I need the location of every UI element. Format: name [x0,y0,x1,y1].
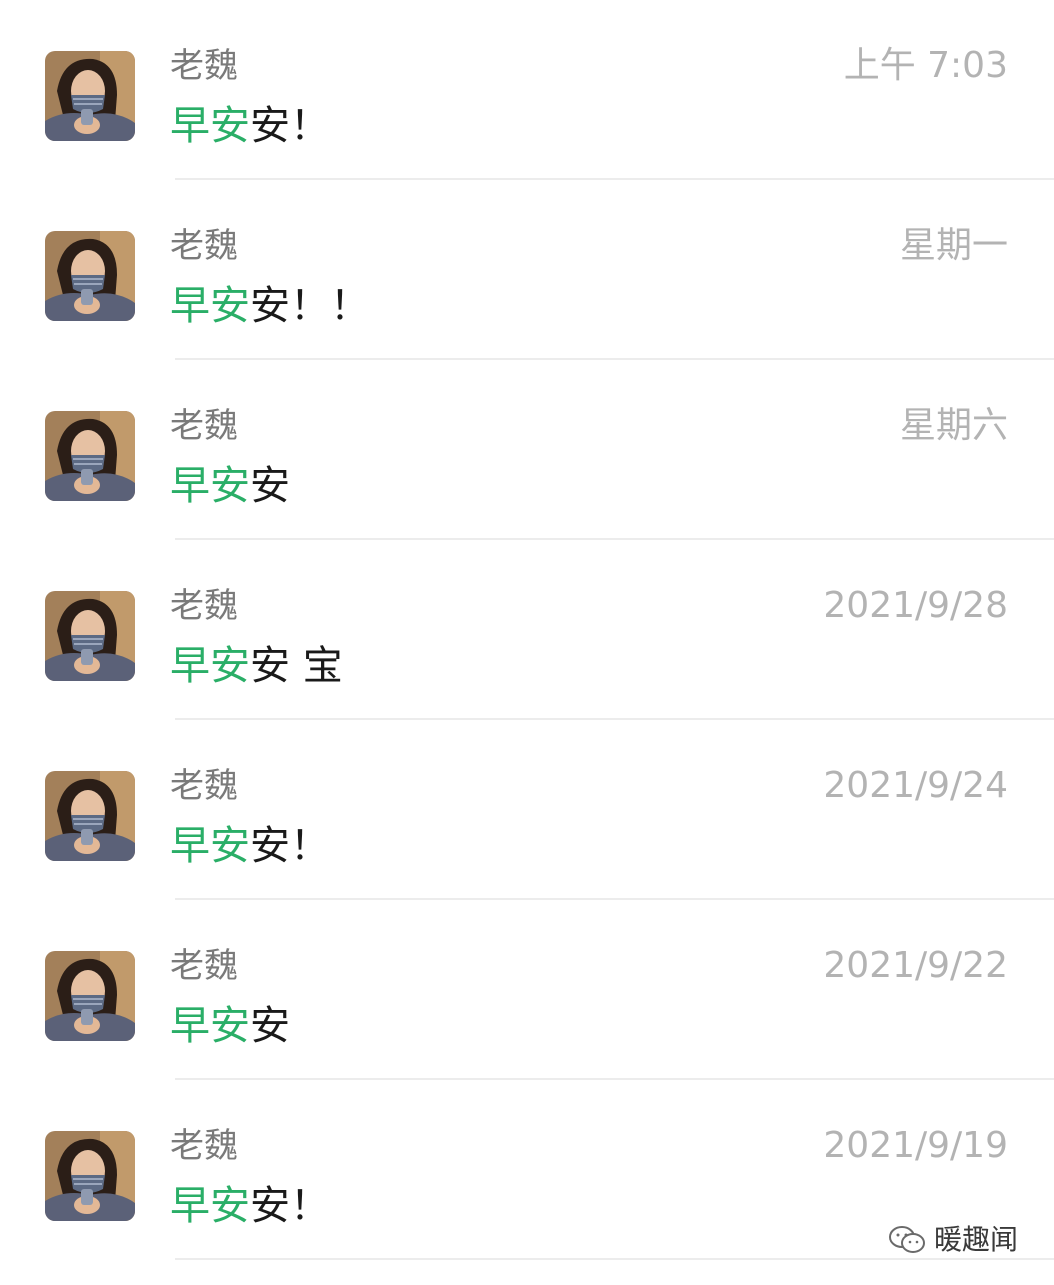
message-preview: 早安安！ [170,1180,330,1232]
message-text: 安！！ [250,283,370,329]
message-highlight: 早安 [170,1003,250,1049]
message-highlight: 早安 [170,823,250,869]
chat-row[interactable]: 老魏 2021/9/28 早安安 宝 [0,540,1054,720]
message-highlight: 早安 [170,283,250,329]
avatar-photo-icon [45,951,135,1041]
message-text: 安！ [250,1183,330,1229]
chat-row[interactable]: 老魏 2021/9/22 早安安 [0,900,1054,1080]
message-highlight: 早安 [170,643,250,689]
message-text: 安 [250,463,290,509]
avatar-photo-icon [45,591,135,681]
message-text: 安！ [250,103,330,149]
message-text: 安！ [250,823,330,869]
chat-row[interactable]: 老魏 星期一 早安安！！ [0,180,1054,360]
message-preview: 早安安！ [170,100,330,152]
contact-name: 老魏 [170,406,238,446]
contact-name: 老魏 [170,766,238,806]
chat-row[interactable]: 老魏 上午 7:03 早安安！ [0,0,1054,180]
avatar[interactable] [45,51,135,141]
message-time: 2021/9/28 [823,585,1008,626]
contact-name: 老魏 [170,226,238,266]
chat-list: 老魏 上午 7:03 早安安！ 老魏 星期一 早安安！！ 老魏 星期六 早安安 … [0,0,1054,1260]
message-preview: 早安安 [170,460,290,512]
message-preview: 早安安 [170,1000,290,1052]
avatar-photo-icon [45,411,135,501]
avatar-photo-icon [45,1131,135,1221]
avatar[interactable] [45,411,135,501]
row-divider [175,1258,1054,1260]
message-highlight: 早安 [170,463,250,509]
message-time: 上午 7:03 [843,45,1008,86]
watermark-text: 暖趣闻 [933,1223,1018,1256]
chat-row[interactable]: 老魏 2021/9/24 早安安！ [0,720,1054,900]
avatar[interactable] [45,231,135,321]
wechat-official-account-icon [888,1226,925,1253]
contact-name: 老魏 [170,46,238,86]
contact-name: 老魏 [170,586,238,626]
message-time: 星期六 [899,405,1008,446]
message-time: 星期一 [899,225,1008,266]
message-time: 2021/9/24 [823,765,1008,806]
message-preview: 早安安！ [170,820,330,872]
avatar-photo-icon [45,51,135,141]
avatar[interactable] [45,1131,135,1221]
message-preview: 早安安 宝 [170,640,343,692]
message-text: 安 宝 [250,643,343,689]
message-highlight: 早安 [170,103,250,149]
message-highlight: 早安 [170,1183,250,1229]
avatar[interactable] [45,591,135,681]
avatar[interactable] [45,951,135,1041]
avatar-photo-icon [45,231,135,321]
message-time: 2021/9/19 [823,1125,1008,1166]
message-preview: 早安安！！ [170,280,370,332]
avatar-photo-icon [45,771,135,861]
contact-name: 老魏 [170,946,238,986]
avatar[interactable] [45,771,135,861]
contact-name: 老魏 [170,1126,238,1166]
message-text: 安 [250,1003,290,1049]
chat-row[interactable]: 老魏 星期六 早安安 [0,360,1054,540]
watermark: 暖趣闻 [888,1223,1018,1257]
message-time: 2021/9/22 [823,945,1008,986]
